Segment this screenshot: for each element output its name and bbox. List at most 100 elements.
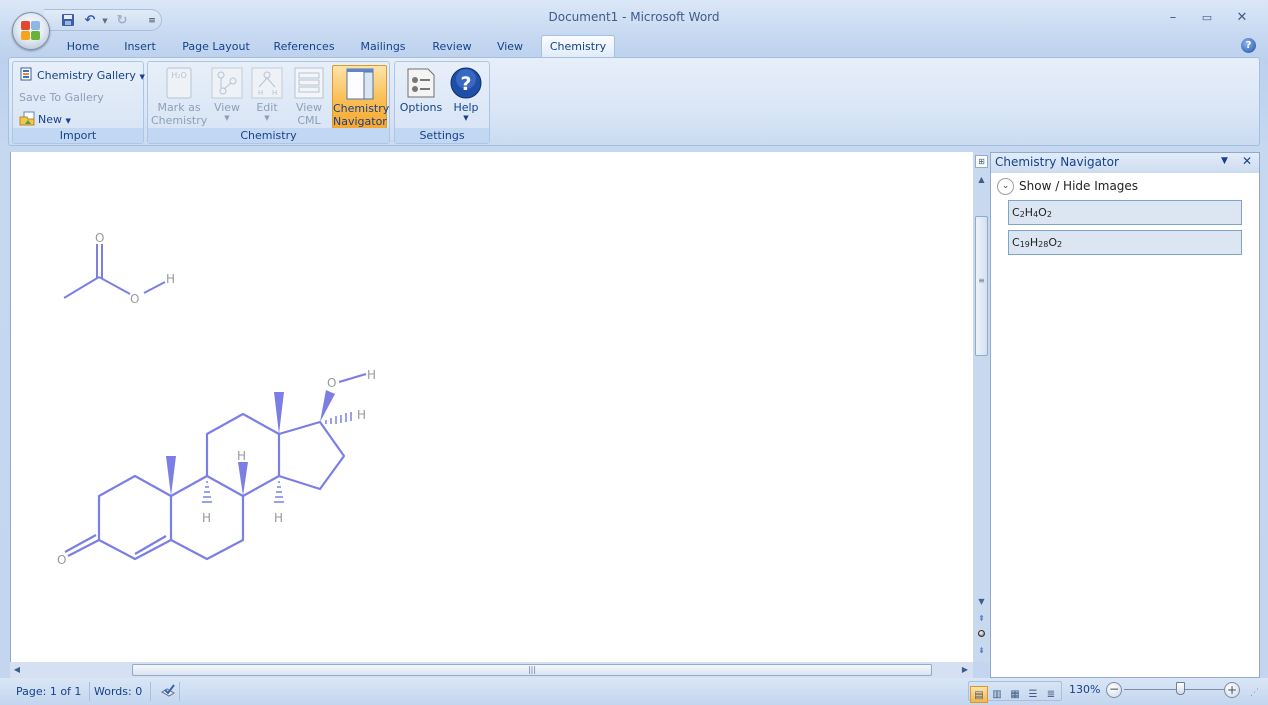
gallery-icon bbox=[20, 67, 32, 81]
quick-access-toolbar: ↶ ▼ ↻ ≡ bbox=[44, 9, 162, 31]
help-button[interactable]: ? Help ▼ bbox=[445, 65, 487, 129]
word-count[interactable]: Words: 0 bbox=[86, 682, 152, 701]
formula-item[interactable]: C2H4O2 bbox=[1008, 200, 1242, 225]
tab-insert[interactable]: Insert bbox=[118, 36, 162, 58]
status-bar: Page: 1 of 1 Words: 0 ▤ ▥ ▦ ☰ ≣ 130% − +… bbox=[0, 678, 1268, 705]
formula-count: 2 bbox=[1046, 210, 1052, 219]
options-button[interactable]: Options bbox=[398, 65, 444, 129]
tab-chemistry[interactable]: Chemistry bbox=[541, 35, 615, 58]
chemistry-navigator-pane: Chemistry Navigator ▼ ✕ ⌄ Show / Hide Im… bbox=[990, 152, 1260, 678]
pane-close-icon[interactable]: ✕ bbox=[1242, 154, 1252, 168]
mark-as-label-2: Chemistry bbox=[151, 114, 208, 127]
svg-text:?: ? bbox=[460, 73, 471, 95]
undo-icon[interactable]: ↶ bbox=[82, 13, 98, 29]
edit-molecule-icon: HH bbox=[251, 67, 283, 99]
full-screen-reading-icon[interactable]: ▥ bbox=[988, 686, 1006, 703]
tab-review[interactable]: Review bbox=[426, 36, 478, 58]
collapse-chevron-icon: ⌄ bbox=[997, 177, 1014, 195]
chevron-down-icon: ▼ bbox=[224, 114, 230, 122]
tab-view[interactable]: View bbox=[490, 36, 530, 58]
edit-button[interactable]: HH Edit ▼ bbox=[248, 65, 286, 129]
formula-element: O bbox=[1038, 206, 1047, 219]
import-group-label: Import bbox=[13, 128, 143, 143]
view-cml-button[interactable]: View CML bbox=[290, 65, 328, 129]
atom-label: H bbox=[237, 449, 246, 463]
save-to-gallery-button[interactable]: Save To Gallery bbox=[19, 88, 104, 108]
help-question-icon: ? bbox=[450, 67, 482, 99]
atom-label: H bbox=[357, 408, 366, 422]
save-icon[interactable] bbox=[60, 13, 76, 29]
chevron-down-icon: ▼ bbox=[463, 114, 469, 122]
outline-icon[interactable]: ☰ bbox=[1024, 686, 1042, 703]
edit-label: Edit bbox=[256, 101, 278, 114]
zoom-slider-thumb[interactable] bbox=[1176, 682, 1185, 695]
next-page-icon[interactable]: ⇟ bbox=[973, 644, 990, 658]
vertical-scrollbar[interactable]: ⊞ ▲ ≡ ▼ ⇞ ⇟ bbox=[973, 152, 990, 662]
chemistry-gallery-button[interactable]: Chemistry Gallery ▼ bbox=[19, 66, 145, 86]
pane-title: Chemistry Navigator bbox=[995, 155, 1119, 169]
mark-as-label: Mark as bbox=[157, 101, 201, 114]
pane-menu-icon[interactable]: ▼ bbox=[1221, 156, 1228, 166]
tab-mailings[interactable]: Mailings bbox=[354, 36, 412, 58]
view-label: View bbox=[213, 101, 241, 114]
wedge-bonds bbox=[166, 390, 335, 496]
chemistry-navigator-button[interactable]: Chemistry Navigator bbox=[332, 65, 389, 129]
testosterone-bonds bbox=[64, 412, 346, 561]
document-page[interactable]: O O H O H H O H H H bbox=[10, 152, 973, 662]
new-button[interactable]: New ▼ bbox=[19, 110, 71, 130]
settings-group-label: Settings bbox=[395, 128, 489, 143]
web-layout-icon[interactable]: ▦ bbox=[1006, 686, 1024, 703]
proofing-icon[interactable] bbox=[152, 682, 180, 701]
atom-label: O bbox=[327, 376, 336, 390]
chevron-down-icon: ▼ bbox=[139, 73, 145, 81]
svg-text:H: H bbox=[258, 89, 263, 97]
help-icon[interactable]: ? bbox=[1241, 38, 1256, 53]
mark-as-chemistry-icon: H₂O bbox=[163, 67, 195, 99]
view-cml-icon bbox=[293, 67, 325, 99]
horizontal-scrollbar[interactable]: ◀ ||| ▶ bbox=[10, 662, 973, 678]
view-cml-label: View bbox=[295, 101, 323, 114]
formula-element: C bbox=[1012, 236, 1020, 249]
maximize-button[interactable]: ▭ bbox=[1192, 8, 1222, 28]
close-button[interactable]: ✕ bbox=[1227, 8, 1257, 28]
page-count[interactable]: Page: 1 of 1 bbox=[8, 682, 91, 701]
print-layout-icon[interactable]: ▤ bbox=[970, 686, 988, 703]
formula-item[interactable]: C19H28O2 bbox=[1008, 230, 1242, 255]
scroll-thumb-horizontal[interactable]: ||| bbox=[132, 664, 932, 676]
tab-page-layout[interactable]: Page Layout bbox=[178, 36, 254, 58]
tab-home[interactable]: Home bbox=[62, 36, 104, 58]
scroll-thumb[interactable]: ≡ bbox=[975, 216, 988, 356]
undo-dropdown-icon[interactable]: ▼ bbox=[97, 13, 113, 29]
scroll-up-icon[interactable]: ▲ bbox=[973, 172, 990, 188]
scroll-right-icon[interactable]: ▶ bbox=[958, 662, 972, 678]
formula-element: H bbox=[1024, 206, 1034, 219]
customize-icon[interactable]: ≡ bbox=[144, 13, 160, 29]
tab-references[interactable]: References bbox=[270, 36, 338, 58]
zoom-level[interactable]: 130% bbox=[1069, 683, 1100, 696]
view-button[interactable]: View ▼ bbox=[208, 65, 246, 129]
scroll-down-icon[interactable]: ▼ bbox=[973, 594, 990, 610]
navigator-label-2: Navigator bbox=[333, 115, 387, 128]
resize-grip-icon[interactable]: ⋰ bbox=[1250, 688, 1259, 698]
chemistry-group-label: Chemistry bbox=[148, 128, 389, 143]
scroll-left-icon[interactable]: ◀ bbox=[10, 662, 24, 678]
view-buttons: ▤ ▥ ▦ ☰ ≣ bbox=[968, 681, 1062, 703]
ruler-toggle-icon[interactable]: ⊞ bbox=[975, 155, 988, 168]
title-bar: Document1 - Microsoft Word – ▭ ✕ bbox=[0, 0, 1268, 36]
zoom-slider-track[interactable] bbox=[1124, 689, 1224, 690]
zoom-out-button[interactable]: − bbox=[1106, 682, 1122, 698]
office-button[interactable] bbox=[12, 12, 50, 50]
select-browse-object-icon[interactable] bbox=[978, 630, 985, 637]
minimize-button[interactable]: – bbox=[1158, 8, 1188, 28]
redo-icon[interactable]: ↻ bbox=[114, 13, 130, 29]
ribbon: Chemistry Gallery ▼ Save To Gallery New … bbox=[8, 57, 1260, 146]
office-logo-icon bbox=[21, 21, 41, 41]
mark-as-chemistry-button[interactable]: H₂O Mark as Chemistry bbox=[151, 65, 207, 129]
draft-icon[interactable]: ≣ bbox=[1042, 686, 1060, 703]
previous-page-icon[interactable]: ⇞ bbox=[973, 612, 990, 626]
view-cml-label-2: CML bbox=[297, 114, 321, 127]
chevron-down-icon: ▼ bbox=[65, 117, 71, 125]
zoom-in-button[interactable]: + bbox=[1224, 682, 1240, 698]
svg-text:H₂O: H₂O bbox=[171, 71, 187, 80]
show-hide-images-toggle[interactable]: ⌄ Show / Hide Images bbox=[997, 177, 1138, 195]
